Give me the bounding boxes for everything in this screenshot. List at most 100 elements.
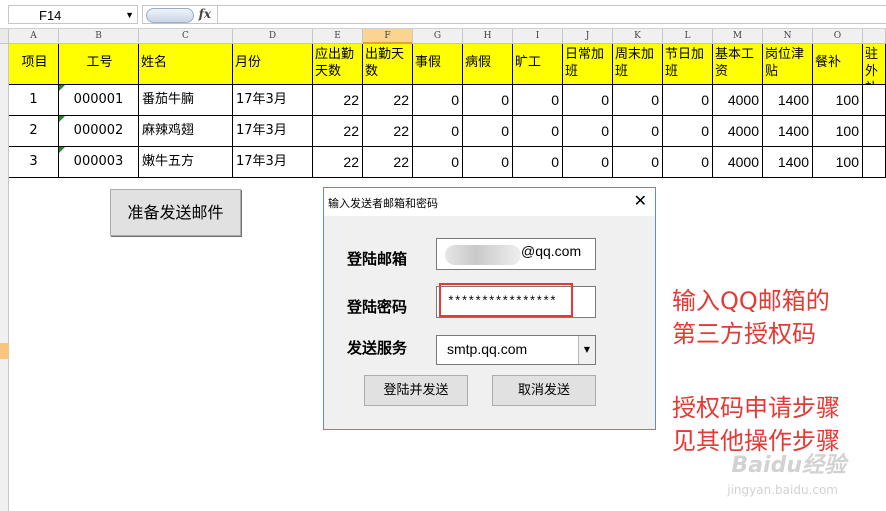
column-header-c[interactable]: C (139, 29, 233, 44)
table-cell[interactable]: 22 (313, 116, 363, 147)
column-header-l[interactable]: L (663, 29, 713, 44)
column-header-j[interactable]: J (563, 29, 613, 44)
column-header-next[interactable] (863, 29, 886, 44)
header-cell[interactable]: 月份 (233, 44, 313, 85)
cancel-send-button[interactable]: 取消发送 (492, 375, 596, 406)
table-cell[interactable]: 0 (613, 85, 663, 116)
table-cell[interactable]: 0 (563, 85, 613, 116)
dialog-title: 输入发送者邮箱和密码 (328, 197, 438, 210)
table-cell[interactable]: 0 (463, 85, 513, 116)
header-label: 岗位津贴 (765, 47, 805, 79)
column-header-f[interactable]: F (363, 29, 413, 44)
formula-input[interactable] (218, 5, 886, 24)
header-label: 周末加班 (615, 47, 655, 79)
login-send-button[interactable]: 登陆并发送 (364, 375, 468, 406)
table-cell[interactable]: 000001 (59, 85, 139, 116)
header-label: 事假 (415, 55, 442, 70)
header-cell[interactable]: 事假 (413, 44, 463, 85)
error-indicator-icon (59, 116, 65, 122)
header-cell[interactable]: 基本工资 (713, 44, 763, 85)
table-cell[interactable]: 17年3月 (233, 85, 313, 116)
column-header-m[interactable]: M (713, 29, 763, 44)
table-cell[interactable]: 22 (363, 85, 413, 116)
table-cell[interactable]: 1400 (763, 147, 813, 178)
table-cell[interactable] (863, 116, 886, 147)
server-select[interactable]: smtp.qq.com ▼ (436, 335, 596, 365)
table-cell[interactable]: 000003 (59, 147, 139, 178)
table-cell[interactable]: 4000 (713, 147, 763, 178)
table-cell[interactable] (863, 85, 886, 116)
table-cell[interactable]: 4000 (713, 85, 763, 116)
table-cell[interactable]: 22 (363, 116, 413, 147)
table-cell[interactable]: 番茄牛腩 (139, 85, 233, 116)
table-cell[interactable]: 0 (413, 85, 463, 116)
table-cell[interactable]: 17年3月 (233, 147, 313, 178)
header-cell[interactable]: 餐补 (813, 44, 863, 85)
table-cell[interactable]: 麻辣鸡翅 (139, 116, 233, 147)
header-cell[interactable]: 应出勤天数 (313, 44, 363, 85)
table-cell[interactable]: 0 (413, 147, 463, 178)
email-field[interactable]: @qq.com (436, 238, 596, 270)
table-cell[interactable] (863, 147, 886, 178)
table-cell[interactable]: 22 (363, 147, 413, 178)
table-cell[interactable]: 17年3月 (233, 116, 313, 147)
table-cell[interactable]: 4000 (713, 116, 763, 147)
header-cell[interactable]: 周末加班 (613, 44, 663, 85)
header-cell[interactable]: 项目 (9, 44, 59, 85)
table-cell[interactable]: 嫩牛五方 (139, 147, 233, 178)
table-cell[interactable]: 100 (813, 147, 863, 178)
header-cell[interactable]: 节日加班 (663, 44, 713, 85)
table-cell[interactable]: 0 (663, 147, 713, 178)
table-cell[interactable]: 0 (463, 147, 513, 178)
table-cell[interactable]: 2 (9, 116, 59, 147)
table-cell[interactable]: 000002 (59, 116, 139, 147)
table-cell[interactable]: 0 (563, 147, 613, 178)
insert-function-icon[interactable]: fx (199, 6, 211, 23)
cancel-enter-buttons[interactable] (146, 8, 194, 23)
row-header-strip[interactable] (0, 44, 9, 511)
table-cell[interactable]: 3 (9, 147, 59, 178)
header-cell[interactable]: 驻外补贴 (863, 44, 886, 85)
header-cell[interactable]: 旷工 (513, 44, 563, 85)
prepare-send-email-button[interactable]: 准备发送邮件 (110, 189, 241, 236)
select-all-corner[interactable] (0, 29, 9, 44)
table-cell[interactable]: 0 (513, 116, 563, 147)
table-cell[interactable]: 0 (613, 116, 663, 147)
column-header-d[interactable]: D (233, 29, 313, 44)
table-cell[interactable]: 1 (9, 85, 59, 116)
chevron-down-icon[interactable]: ▼ (578, 336, 595, 364)
column-header-i[interactable]: I (513, 29, 563, 44)
table-cell[interactable]: 0 (513, 147, 563, 178)
column-header-a[interactable]: A (9, 29, 59, 44)
table-cell[interactable]: 0 (513, 85, 563, 116)
header-cell[interactable]: 姓名 (139, 44, 233, 85)
table-cell[interactable]: 1400 (763, 116, 813, 147)
column-header-o[interactable]: O (813, 29, 863, 44)
table-cell[interactable]: 0 (463, 116, 513, 147)
header-cell[interactable]: 病假 (463, 44, 513, 85)
header-cell[interactable]: 日常加班 (563, 44, 613, 85)
column-header-n[interactable]: N (763, 29, 813, 44)
name-box[interactable]: F14 ▼ (8, 5, 138, 24)
table-cell[interactable]: 100 (813, 116, 863, 147)
table-cell[interactable]: 0 (413, 116, 463, 147)
table-cell[interactable]: 0 (663, 116, 713, 147)
column-header-g[interactable]: G (413, 29, 463, 44)
table-cell[interactable]: 22 (313, 85, 363, 116)
header-cell[interactable]: 岗位津贴 (763, 44, 813, 85)
header-cell[interactable]: 出勤天数 (363, 44, 413, 85)
table-cell[interactable]: 0 (663, 85, 713, 116)
table-cell[interactable]: 0 (563, 116, 613, 147)
table-cell[interactable]: 100 (813, 85, 863, 116)
table-cell[interactable]: 0 (613, 147, 663, 178)
column-header-h[interactable]: H (463, 29, 513, 44)
chevron-down-icon[interactable]: ▼ (125, 6, 134, 25)
table-cell[interactable]: 22 (313, 147, 363, 178)
selected-row-header[interactable] (0, 343, 9, 359)
header-cell[interactable]: 工号 (59, 44, 139, 85)
column-header-b[interactable]: B (59, 29, 139, 44)
column-header-k[interactable]: K (613, 29, 663, 44)
table-cell[interactable]: 1400 (763, 85, 813, 116)
close-icon[interactable]: ✕ (634, 191, 647, 210)
column-header-e[interactable]: E (313, 29, 363, 44)
